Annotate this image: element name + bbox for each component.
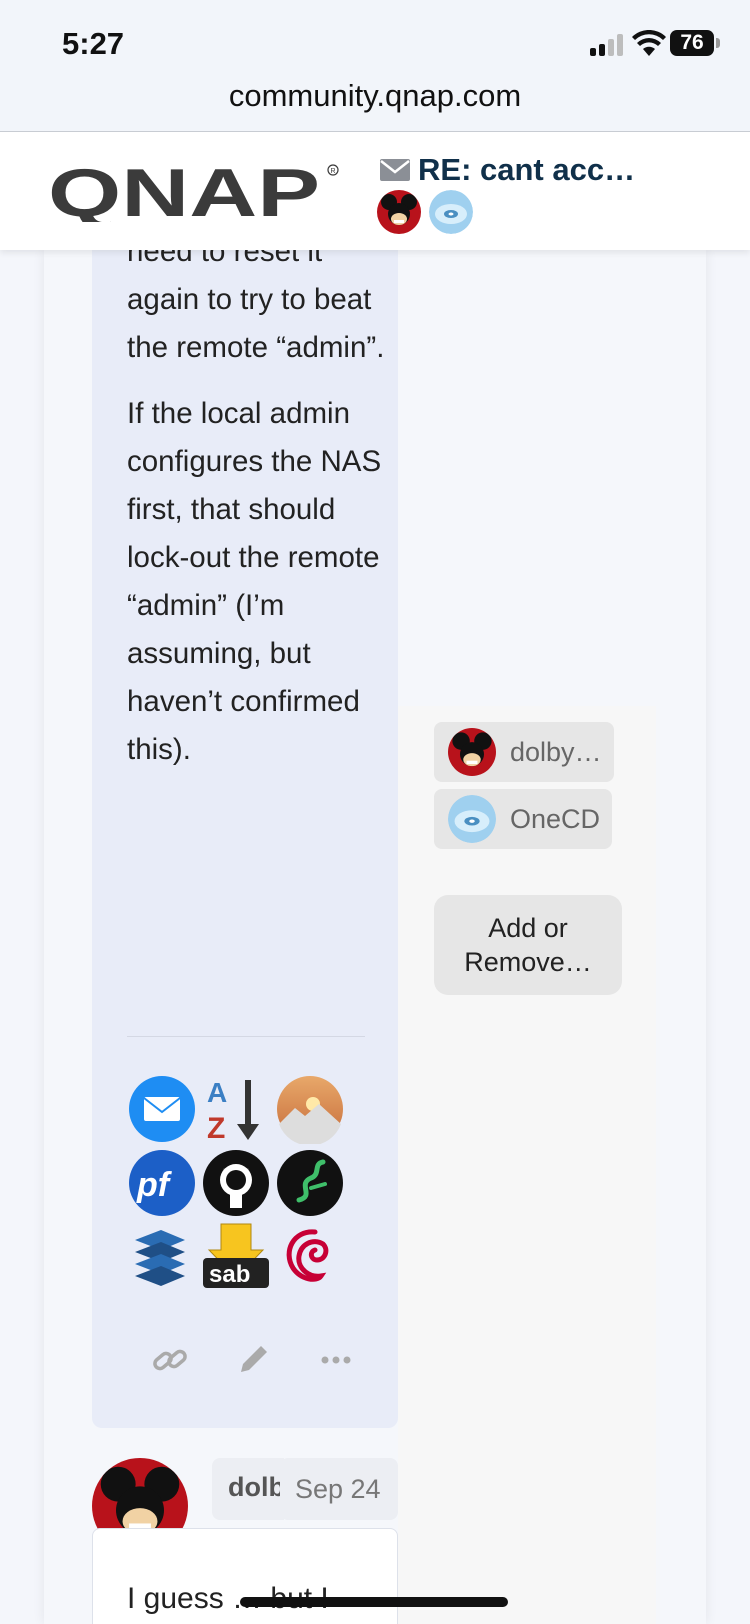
svg-text:R: R [331,168,336,175]
participant-name: OneCD [510,803,601,834]
svg-text:A: A [207,1077,227,1108]
battery-level: 76 [680,31,704,54]
sunset-mountain-icon [277,1076,343,1144]
browser-chrome: 5:27 76 community.qnap.com [0,0,750,132]
snake-icon [277,1150,343,1216]
sabnzbd-icon: sab [203,1223,269,1288]
sabnzbd-label: sab [209,1261,250,1288]
battery-tip [716,38,720,48]
reply-date[interactable]: Sep 24 [280,1458,398,1520]
qnap-logo[interactable]: QNAP R [48,162,343,222]
sort-az-icon: A Z [207,1077,259,1144]
topic-title-text: RE: cant acc… [418,152,636,187]
participant-name: dolby… [510,736,602,767]
link-icon[interactable] [150,1340,190,1380]
message-paragraph: If the local admin configures the NAS fi… [127,397,382,766]
avatar [448,728,496,776]
signature-icons: A Z pf sab [127,1074,349,1292]
server-stack-icon [135,1230,185,1286]
status-time: 5:27 [62,26,125,61]
message-body: local admin would need to reset it again… [127,187,397,792]
pencil-icon[interactable] [233,1340,273,1380]
reply-author[interactable]: dolby [212,1458,284,1520]
cellular-signal-icon [590,34,624,56]
envelope-icon [380,159,410,181]
debian-icon [286,1229,329,1282]
svg-text:Z: Z [207,1112,225,1144]
participant-chip-dolby[interactable]: dolby… [434,722,614,782]
post-actions [150,1340,370,1380]
disc-avatar-icon [448,795,496,843]
mail-icon [129,1076,195,1142]
more-icon[interactable] [316,1340,356,1380]
mickey-avatar-icon [377,190,421,234]
site-header: QNAP R RE: cant acc… [0,132,750,250]
avatar [448,795,496,843]
pfsense-icon: pf [129,1150,195,1216]
url-bar[interactable]: community.qnap.com [0,78,750,114]
participant-avatars [377,190,473,234]
battery-icon: 76 [670,30,714,56]
wifi-icon [632,30,666,56]
avatar-onecd[interactable] [429,190,473,234]
qnap-logo-text: QNAP [48,162,320,222]
home-indicator [240,1597,508,1607]
signature-divider [127,1036,365,1037]
add-remove-button[interactable]: Add or Remove… [434,895,622,995]
participant-chip-onecd[interactable]: OneCD [434,789,613,849]
topic-title[interactable]: RE: cant acc… [380,152,740,188]
mickey-avatar-icon [448,728,496,776]
disc-avatar-icon [429,190,473,234]
svg-text:pf: pf [136,1166,173,1204]
github-icon [203,1150,269,1216]
avatar-dolby[interactable] [377,190,421,234]
